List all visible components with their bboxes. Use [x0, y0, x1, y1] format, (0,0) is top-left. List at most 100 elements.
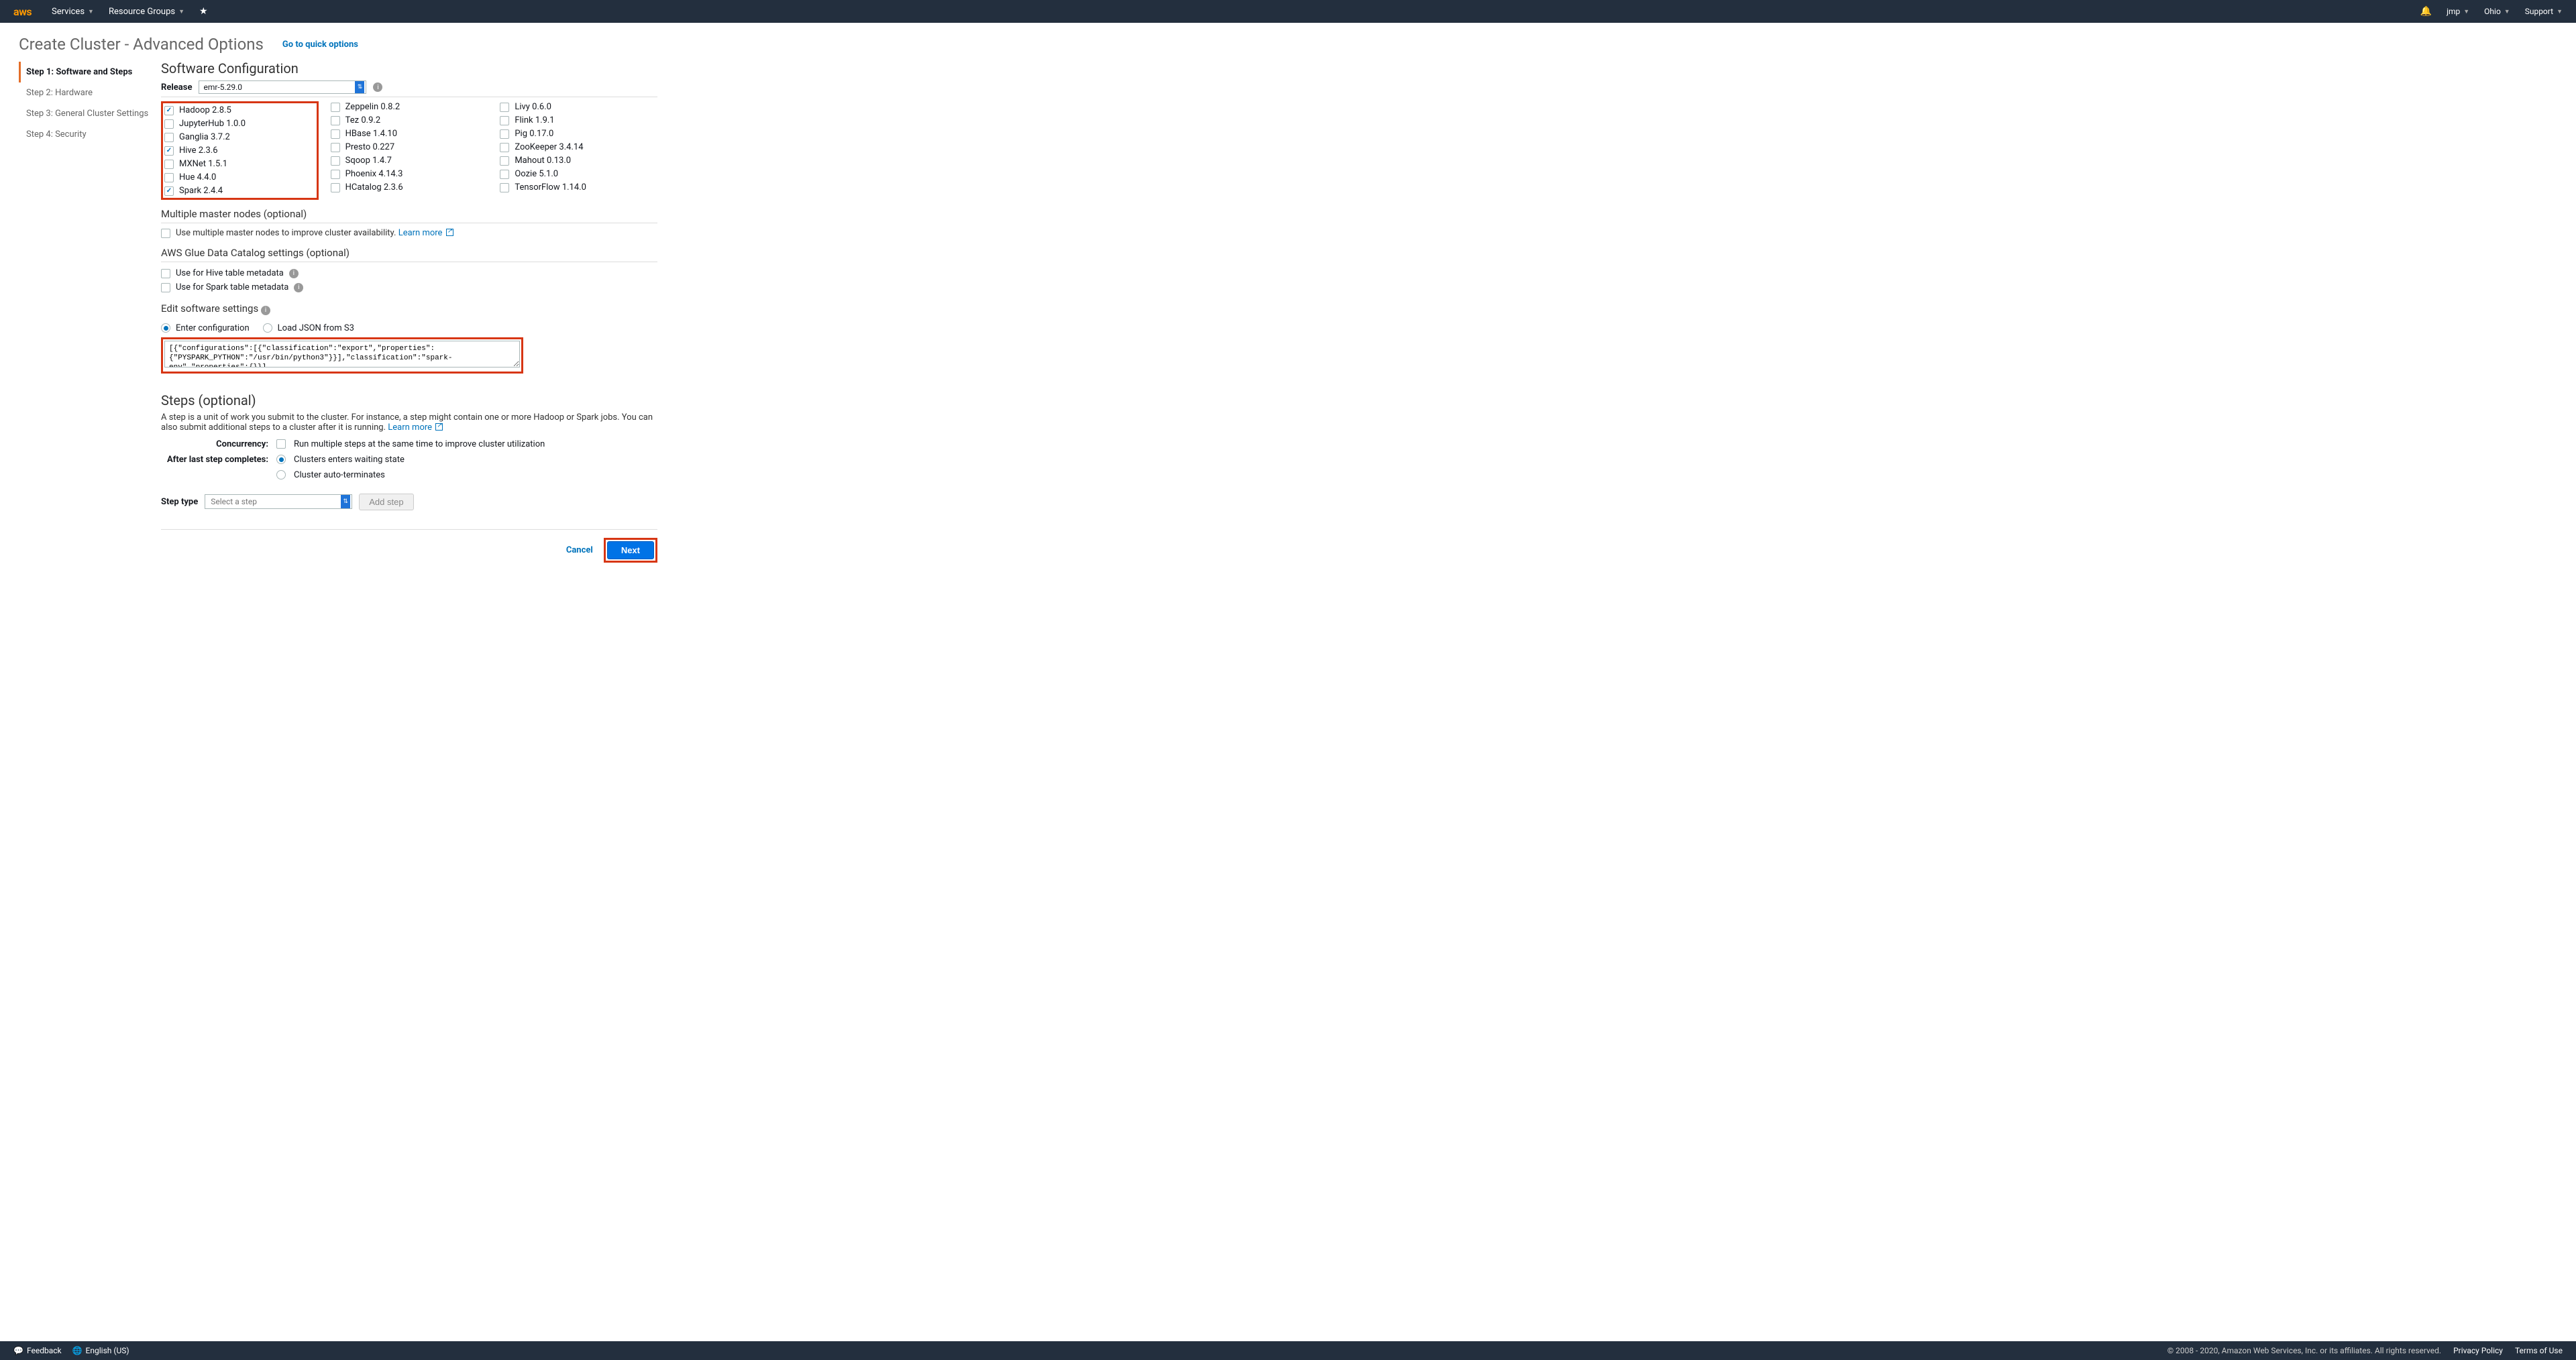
software-item: Phoenix 4.14.3 [331, 168, 488, 180]
highlight-next-button: Next [604, 538, 657, 563]
learn-more-link[interactable]: Learn more [398, 228, 443, 238]
software-label: Presto 0.227 [345, 142, 395, 152]
topbar: aws Services ▼ Resource Groups ▼ ★ 🔔 jmp… [0, 0, 2576, 23]
feedback-link[interactable]: 💬 Feedback [13, 1346, 62, 1355]
software-item: Zeppelin 0.8.2 [331, 101, 488, 113]
checkbox-ganglia[interactable] [164, 133, 174, 142]
checkbox-livy[interactable] [500, 103, 509, 112]
support-menu[interactable]: Support ▼ [2525, 7, 2563, 16]
account-menu[interactable]: jmp ▼ [2447, 7, 2469, 16]
checkbox-hive[interactable] [164, 146, 174, 156]
software-item: Oozie 5.1.0 [500, 168, 657, 180]
checkbox-jupyterhub[interactable] [164, 119, 174, 129]
bottombar: 💬 Feedback 🌐 English (US) © 2008 - 2020,… [0, 1341, 2576, 1360]
radio-load-json[interactable] [263, 323, 272, 333]
software-label: Flink 1.9.1 [515, 115, 554, 125]
step-software[interactable]: Step 1: Software and Steps [19, 62, 161, 82]
select-caret-icon: ⇅ [355, 81, 364, 93]
concurrency-row: Concurrency: Run multiple steps at the s… [161, 439, 657, 449]
glue-hive-row: Use for Hive table metadata i [161, 266, 657, 280]
checkbox-flink[interactable] [500, 116, 509, 125]
software-label: Hadoop 2.8.5 [179, 105, 231, 115]
cancel-button[interactable]: Cancel [566, 545, 593, 555]
software-label: Livy 0.6.0 [515, 102, 551, 112]
checkbox-pig[interactable] [500, 129, 509, 139]
topbar-right: 🔔 jmp ▼ Ohio ▼ Support ▼ [2420, 6, 2563, 17]
region-menu[interactable]: Ohio ▼ [2484, 7, 2510, 16]
checkbox-concurrency[interactable] [276, 439, 286, 449]
language-select[interactable]: 🌐 English (US) [72, 1346, 129, 1355]
software-label: Sqoop 1.4.7 [345, 156, 392, 166]
edit-settings-heading: Edit software settings i [161, 302, 657, 318]
caret-down-icon: ▼ [2463, 8, 2469, 15]
multiple-master-text: Use multiple master nodes to improve clu… [176, 228, 453, 238]
terms-link[interactable]: Terms of Use [2515, 1346, 2563, 1355]
software-label: Pig 0.17.0 [515, 129, 553, 139]
info-icon[interactable]: i [294, 283, 303, 292]
notifications-icon[interactable]: 🔔 [2420, 6, 2432, 17]
checkbox-mxnet[interactable] [164, 160, 174, 169]
next-button[interactable]: Next [607, 541, 654, 559]
software-col-1: Hadoop 2.8.5 JupyterHub 1.0.0 Ganglia 3.… [164, 105, 315, 196]
privacy-link[interactable]: Privacy Policy [2453, 1346, 2503, 1355]
feedback-label: Feedback [27, 1346, 62, 1355]
software-item: Flink 1.9.1 [500, 115, 657, 126]
username-label: jmp [2447, 7, 2460, 16]
radio-enter-config[interactable] [161, 323, 170, 333]
software-item: HCatalog 2.3.6 [331, 182, 488, 193]
info-icon[interactable]: i [261, 306, 270, 315]
resource-groups-menu[interactable]: Resource Groups ▼ [109, 7, 184, 17]
steps-description: A step is a unit of work you submit to t… [161, 412, 657, 433]
radio-waiting-state[interactable] [276, 455, 286, 464]
checkbox-presto[interactable] [331, 143, 340, 152]
step-security[interactable]: Step 4: Security [19, 124, 161, 145]
add-step-button[interactable]: Add step [359, 494, 413, 510]
software-item: Hive 2.3.6 [164, 145, 315, 156]
checkbox-zookeeper[interactable] [500, 143, 509, 152]
layout: Step 1: Software and Steps Step 2: Hardw… [0, 59, 2576, 576]
software-item: Spark 2.4.4 [164, 185, 315, 196]
software-item: MXNet 1.5.1 [164, 158, 315, 170]
select-caret-icon: ⇅ [341, 495, 350, 508]
radio-auto-terminate[interactable] [276, 470, 286, 479]
aws-logo[interactable]: aws [13, 5, 32, 18]
software-label: Mahout 0.13.0 [515, 156, 571, 166]
checkbox-spark[interactable] [164, 186, 174, 196]
checkbox-tensorflow[interactable] [500, 183, 509, 192]
steps-learn-more-link[interactable]: Learn more [388, 422, 432, 433]
step-general[interactable]: Step 3: General Cluster Settings [19, 103, 161, 124]
checkbox-glue-hive[interactable] [161, 269, 170, 278]
software-label: Spark 2.4.4 [179, 186, 223, 196]
steps-nav: Step 1: Software and Steps Step 2: Hardw… [19, 59, 161, 576]
content: Software Configuration Release emr-5.29.… [161, 59, 657, 576]
step-hardware[interactable]: Step 2: Hardware [19, 82, 161, 103]
info-icon[interactable]: i [289, 269, 299, 278]
checkbox-hcatalog[interactable] [331, 183, 340, 192]
checkbox-mahout[interactable] [500, 156, 509, 166]
checkbox-multiple-master[interactable] [161, 229, 170, 238]
aws-logo-text: aws [13, 5, 32, 18]
release-label: Release [161, 82, 192, 93]
release-select[interactable]: emr-5.29.0 ⇅ [199, 80, 366, 94]
config-textarea[interactable] [164, 341, 520, 367]
multiple-master-heading: Multiple master nodes (optional) [161, 208, 657, 223]
checkbox-zeppelin[interactable] [331, 103, 340, 112]
terminate-label: Cluster auto-terminates [294, 470, 385, 480]
edit-settings-label: Edit software settings [161, 302, 258, 315]
checkbox-glue-spark[interactable] [161, 283, 170, 292]
checkbox-hadoop[interactable] [164, 106, 174, 115]
info-icon[interactable]: i [373, 82, 382, 92]
quick-options-link[interactable]: Go to quick options [282, 40, 358, 50]
software-item: Presto 0.227 [331, 141, 488, 153]
checkbox-oozie[interactable] [500, 170, 509, 179]
checkbox-hue[interactable] [164, 173, 174, 182]
services-menu[interactable]: Services ▼ [52, 7, 94, 17]
checkbox-hbase[interactable] [331, 129, 340, 139]
page: Create Cluster - Advanced Options Go to … [0, 23, 2576, 1341]
checkbox-phoenix[interactable] [331, 170, 340, 179]
checkbox-tez[interactable] [331, 116, 340, 125]
software-label: Oozie 5.1.0 [515, 169, 558, 179]
pin-icon[interactable]: ★ [199, 6, 208, 17]
step-type-select[interactable]: Select a step ⇅ [205, 494, 352, 509]
checkbox-sqoop[interactable] [331, 156, 340, 166]
